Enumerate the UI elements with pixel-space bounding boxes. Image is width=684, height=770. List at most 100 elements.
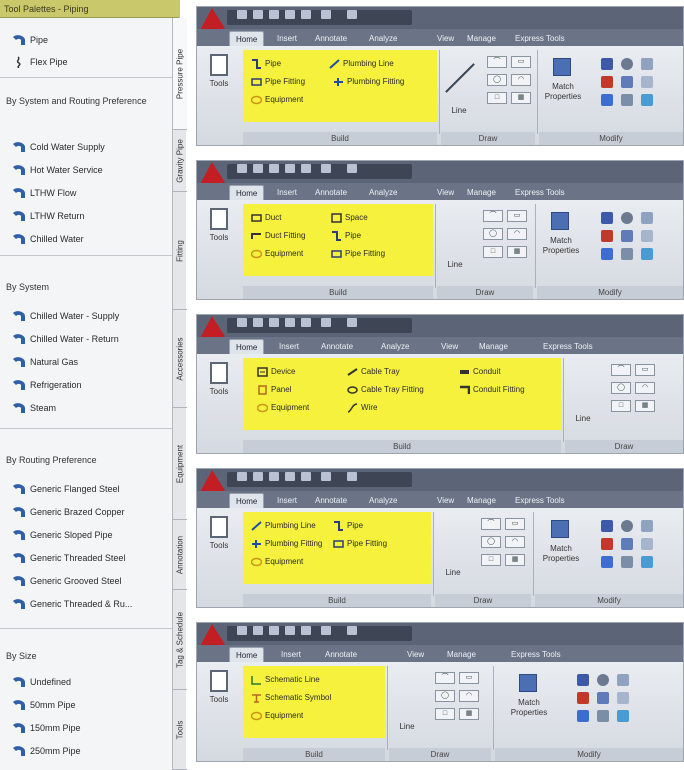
rotate-icon[interactable] (621, 212, 633, 224)
palette-item[interactable]: Chilled Water (0, 228, 172, 250)
dropdown-icon[interactable] (347, 10, 357, 19)
tab-tools[interactable]: Tools (173, 690, 187, 770)
space-button[interactable]: Space (331, 212, 368, 224)
rectangle-icon[interactable]: □ (487, 92, 507, 104)
undo-icon[interactable] (285, 472, 295, 481)
schematic-line-button[interactable]: Schematic Line (251, 674, 320, 686)
open-icon[interactable] (253, 318, 263, 327)
rotate-icon[interactable] (621, 520, 633, 532)
palette-item[interactable]: 50mm Pipe (0, 694, 172, 716)
polyline-icon[interactable]: ⌒ (611, 364, 631, 376)
new-icon[interactable] (237, 10, 247, 19)
tab-home[interactable]: Home (229, 185, 265, 200)
rotate-icon[interactable] (597, 674, 609, 686)
stretch-icon[interactable] (641, 230, 653, 242)
array-icon[interactable] (617, 710, 629, 722)
tab-manage[interactable]: Manage (467, 185, 496, 200)
dropdown-icon[interactable] (347, 164, 357, 173)
hatch-icon[interactable]: ▦ (459, 708, 479, 720)
tools-button[interactable]: Tools (203, 362, 235, 396)
tab-annotate[interactable]: Annotate (325, 647, 357, 662)
erase-icon[interactable] (577, 692, 589, 704)
circle-icon[interactable]: ◯ (481, 536, 501, 548)
redo-icon[interactable] (301, 626, 311, 635)
tab-annotate[interactable]: Annotate (321, 339, 353, 354)
tab-manage[interactable]: Manage (479, 339, 508, 354)
redo-icon[interactable] (301, 10, 311, 19)
dropdown-icon[interactable] (347, 626, 357, 635)
hatch-icon[interactable]: ▦ (505, 554, 525, 566)
panel-button[interactable]: Panel (257, 384, 291, 396)
new-icon[interactable] (237, 164, 247, 173)
save-icon[interactable] (269, 10, 279, 19)
arc-icon[interactable]: ◠ (507, 228, 527, 240)
undo-icon[interactable] (285, 318, 295, 327)
polyline-icon[interactable]: ⌒ (483, 210, 503, 222)
tab-home[interactable]: Home (229, 339, 265, 354)
workspace-icon[interactable] (321, 472, 331, 481)
tab-analyze[interactable]: Analyze (369, 31, 397, 46)
match-properties-icon[interactable] (551, 520, 569, 538)
undo-icon[interactable] (285, 164, 295, 173)
conduit-fitting-button[interactable]: Conduit Fitting (459, 384, 525, 396)
tab-annotate[interactable]: Annotate (315, 185, 347, 200)
fillet-icon[interactable] (597, 710, 609, 722)
move-icon[interactable] (601, 520, 613, 532)
copy-icon[interactable] (621, 76, 633, 88)
tab-home[interactable]: Home (229, 31, 265, 46)
palette-item[interactable]: Generic Flanged Steel (0, 478, 172, 500)
palette-item[interactable]: Refrigeration (0, 374, 172, 396)
tools-button[interactable]: Tools (203, 208, 235, 242)
new-icon[interactable] (237, 626, 247, 635)
pipe-fitting-button[interactable]: Pipe Fitting (333, 538, 387, 550)
tab-accessories[interactable]: Accessories (173, 310, 187, 408)
duct-fitting-button[interactable]: Duct Fitting (251, 230, 305, 242)
move-icon[interactable] (601, 58, 613, 70)
trim-icon[interactable] (617, 674, 629, 686)
arc-icon[interactable]: ◠ (511, 74, 531, 86)
polygon-icon[interactable]: ▭ (507, 210, 527, 222)
trim-icon[interactable] (641, 520, 653, 532)
copy-icon[interactable] (597, 692, 609, 704)
tab-view[interactable]: View (437, 493, 454, 508)
array-icon[interactable] (641, 556, 653, 568)
tab-express-tools[interactable]: Express Tools (515, 31, 565, 46)
new-icon[interactable] (237, 472, 247, 481)
save-icon[interactable] (269, 164, 279, 173)
polygon-icon[interactable]: ▭ (635, 364, 655, 376)
tools-button[interactable]: Tools (203, 54, 235, 88)
tab-view[interactable]: View (407, 647, 424, 662)
plumbing-line-button[interactable]: Plumbing Line (251, 520, 316, 532)
erase-icon[interactable] (601, 538, 613, 550)
stretch-icon[interactable] (641, 538, 653, 550)
mirror-icon[interactable] (601, 556, 613, 568)
redo-icon[interactable] (301, 164, 311, 173)
match-properties-icon[interactable] (551, 212, 569, 230)
circle-icon[interactable]: ◯ (483, 228, 503, 240)
array-icon[interactable] (641, 248, 653, 260)
palette-item[interactable]: Steam (0, 397, 172, 419)
tab-gravity-pipe[interactable]: Gravity Pipe (173, 130, 187, 192)
equipment-button[interactable]: Equipment (257, 402, 309, 414)
palette-item[interactable]: Cold Water Supply (0, 136, 172, 158)
tools-button[interactable]: Tools (203, 670, 235, 704)
rectangle-icon[interactable]: □ (481, 554, 501, 566)
tab-home[interactable]: Home (229, 647, 265, 662)
pipe-fitting-button[interactable]: Pipe Fitting (331, 248, 385, 260)
pipe-button[interactable]: Pipe (333, 520, 363, 532)
palette-item[interactable]: LTHW Return (0, 205, 172, 227)
palette-item[interactable]: 150mm Pipe (0, 717, 172, 739)
equipment-button[interactable]: Equipment (251, 248, 303, 260)
tab-express-tools[interactable]: Express Tools (543, 339, 593, 354)
circle-icon[interactable]: ◯ (487, 74, 507, 86)
cable-tray-fitting-button[interactable]: Cable Tray Fitting (347, 384, 424, 396)
tools-button[interactable]: Tools (203, 516, 235, 550)
palette-item[interactable]: Hot Water Service (0, 159, 172, 181)
tab-express-tools[interactable]: Express Tools (511, 647, 561, 662)
polyline-icon[interactable]: ⌒ (487, 56, 507, 68)
mirror-icon[interactable] (577, 710, 589, 722)
device-button[interactable]: Device (257, 366, 295, 378)
open-icon[interactable] (253, 164, 263, 173)
pipe-fitting-button[interactable]: Pipe Fitting (251, 76, 305, 88)
workspace-icon[interactable] (321, 164, 331, 173)
